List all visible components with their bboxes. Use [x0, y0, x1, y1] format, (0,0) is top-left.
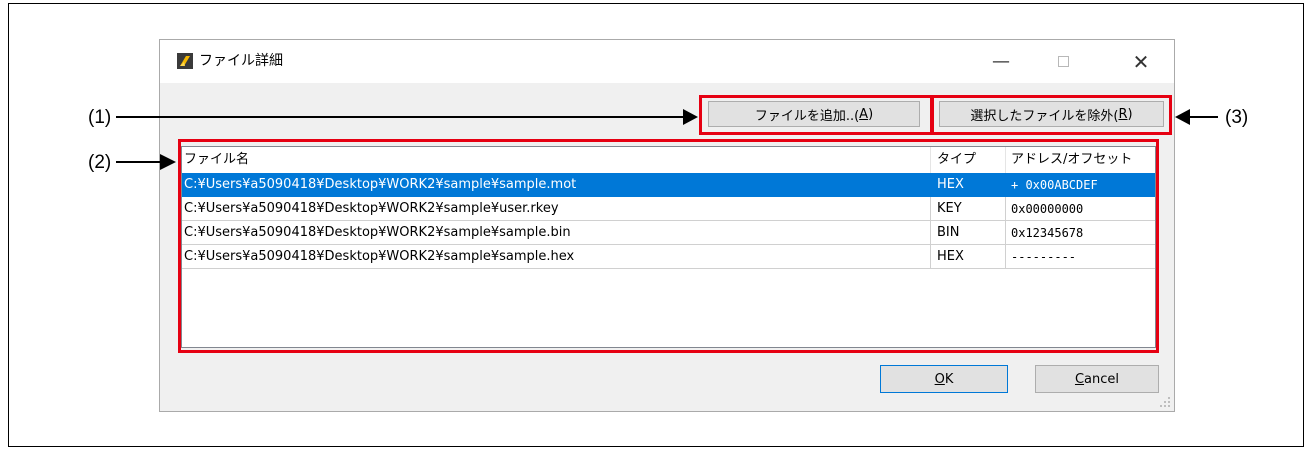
highlight-file-list [178, 139, 1159, 353]
resize-grip-icon[interactable] [1159, 396, 1171, 408]
cancel-accesskey: C [1074, 371, 1085, 387]
ok-button[interactable]: OK [880, 365, 1008, 393]
window-title: ファイル詳細 [199, 53, 283, 69]
ok-label: K [944, 371, 954, 387]
highlight-add-file-button [699, 95, 933, 135]
cancel-label: ancel [1084, 371, 1120, 387]
minimize-icon: — [992, 51, 1010, 72]
minimize-button[interactable]: — [978, 40, 1024, 83]
cancel-button[interactable]: Cancel [1035, 365, 1159, 393]
callout-label-2: (2) [88, 152, 112, 173]
highlight-remove-file-button [931, 95, 1172, 135]
maximize-icon [1057, 56, 1069, 67]
close-icon: ✕ [1132, 49, 1150, 74]
app-icon [177, 53, 193, 69]
title-bar: ファイル詳細 — ✕ [160, 40, 1174, 83]
callout-label-1: (1) [88, 107, 112, 128]
maximize-button[interactable] [1040, 40, 1086, 83]
close-button[interactable]: ✕ [1118, 40, 1164, 83]
callout-label-3: (3) [1225, 107, 1249, 128]
ok-accesskey: O [934, 371, 945, 387]
